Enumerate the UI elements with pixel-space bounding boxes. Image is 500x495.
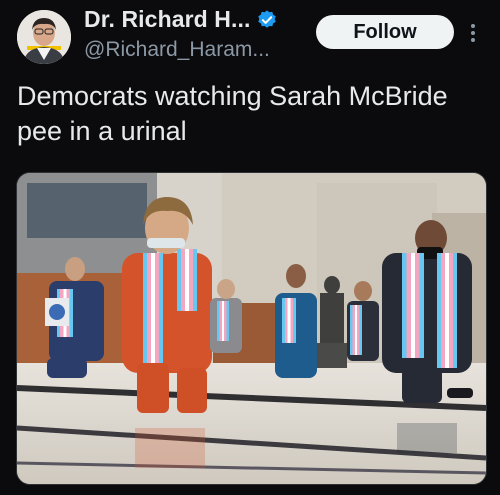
author-display-name[interactable]: Dr. Richard H... (84, 6, 250, 33)
tweet-photo[interactable] (16, 172, 487, 485)
tweet-header: Dr. Richard H... @Richard_Haram... Follo… (0, 0, 500, 70)
more-vertical-icon[interactable] (466, 18, 480, 46)
follow-button[interactable]: Follow (316, 15, 454, 49)
photo-image (17, 173, 486, 484)
tweet-text: Democrats watching Sarah McBride pee in … (17, 81, 448, 146)
author-name-row: Dr. Richard H... (84, 6, 278, 33)
person-avatar-icon (17, 10, 71, 64)
verified-badge-icon (258, 9, 277, 28)
author-avatar[interactable] (17, 10, 71, 64)
author-handle[interactable]: @Richard_Haram... (84, 38, 270, 62)
